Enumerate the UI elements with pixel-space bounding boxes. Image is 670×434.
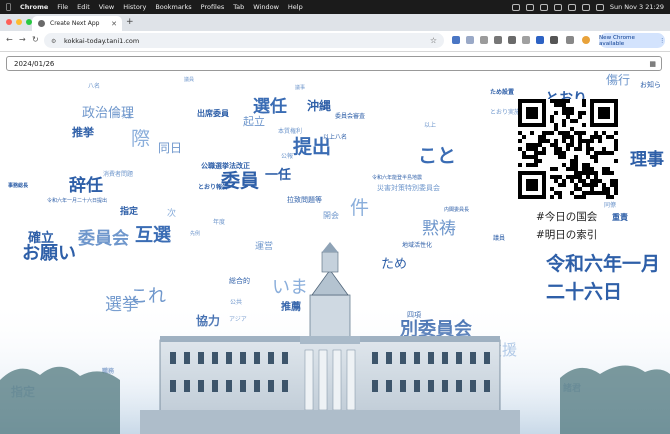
forward-icon[interactable]: →: [19, 35, 26, 44]
wordcloud-word: 同僚: [604, 202, 617, 209]
menu-tab[interactable]: Tab: [233, 3, 244, 11]
extension-icon[interactable]: [452, 36, 460, 44]
bookmark-star-icon[interactable]: ☆: [430, 36, 437, 45]
extension-icon[interactable]: [550, 36, 558, 44]
wordcloud-word: お知ら: [640, 81, 661, 89]
page-content: 2024/01/26 ▦ 選任沖縄とおり政治倫理出席委員起立委員会審査推挙際本質…: [0, 52, 670, 434]
wordcloud-word: 件: [350, 197, 370, 219]
profile-avatar[interactable]: [582, 36, 590, 44]
date-input[interactable]: 2024/01/26 ▦: [6, 56, 662, 71]
wordcloud-word: 理事: [630, 150, 664, 170]
wordcloud-word: 令和六年一月二十六日提出: [47, 198, 108, 204]
calendar-icon[interactable]: ▦: [649, 60, 656, 68]
site-info-icon[interactable]: ⚙: [51, 38, 59, 45]
wordcloud-word: 拉致問題等: [287, 196, 322, 204]
new-tab-button[interactable]: +: [126, 17, 134, 27]
address-bar[interactable]: ⚙ kokkai-today.tani1.com ☆: [44, 33, 444, 48]
wordcloud-word: 内閣委員長: [444, 207, 470, 213]
menu-chrome[interactable]: Chrome: [20, 3, 48, 11]
wordcloud-word: 文書: [122, 114, 133, 120]
wordcloud-word: 災害対策特別委員会: [377, 184, 440, 192]
status-icon[interactable]: [525, 3, 534, 11]
wordcloud-word: 先例: [190, 231, 201, 237]
hashtag-tomorrow: #明日の索引: [536, 229, 598, 241]
menu-bar:  Chrome File Edit View History Bookmark…: [0, 0, 670, 14]
menu-history[interactable]: History: [123, 3, 146, 11]
status-area: Sun Nov 3 21:29: [511, 0, 664, 14]
wordcloud-word: 黙祷: [422, 219, 456, 239]
reload-icon[interactable]: ↻: [32, 35, 39, 44]
menu-bookmarks[interactable]: Bookmarks: [155, 3, 191, 11]
wordcloud-word: 以上: [424, 122, 437, 129]
tab-title: Create Next App: [50, 20, 100, 27]
extension-icon[interactable]: [494, 36, 502, 44]
date-value: 2024/01/26: [14, 59, 55, 68]
wordcloud-word: 際: [131, 128, 151, 150]
menu-edit[interactable]: Edit: [77, 3, 90, 11]
favicon-icon: [38, 20, 45, 27]
extension-icon[interactable]: [480, 36, 488, 44]
wordcloud-word: 指定: [120, 207, 139, 217]
wordcloud-word: 重責: [612, 213, 628, 222]
wordcloud-word: 一任: [265, 168, 292, 183]
wordcloud-word: 提出: [293, 136, 332, 158]
back-icon[interactable]: ←: [6, 35, 13, 44]
wordcloud-word: 本質権利: [278, 128, 303, 135]
wordcloud-word: 推挙: [72, 126, 94, 139]
close-window-button[interactable]: [6, 19, 12, 25]
wordcloud-word: 次: [167, 209, 177, 219]
wordcloud-word: とおり報告: [198, 184, 229, 191]
wordcloud-word: 八名: [88, 83, 101, 90]
window-controls: [6, 19, 32, 25]
new-chrome-label: New Chrome available: [599, 34, 635, 47]
menu-window[interactable]: Window: [253, 3, 279, 11]
status-icon[interactable]: [511, 3, 520, 11]
diet-building-illustration: [0, 242, 670, 434]
extensions-puzzle-icon[interactable]: [566, 36, 574, 44]
menu-view[interactable]: View: [99, 3, 114, 11]
wordcloud-word: 選任: [253, 97, 287, 117]
wordcloud-word: 出席委員: [197, 109, 229, 118]
qr-code: [518, 99, 618, 199]
extension-icon[interactable]: [508, 36, 516, 44]
menu-profiles[interactable]: Profiles: [201, 3, 225, 11]
apple-icon[interactable]: : [6, 3, 14, 11]
wordcloud-word: とおり実施: [490, 109, 521, 116]
wordcloud-word: ため設置: [490, 89, 515, 96]
extension-icon[interactable]: [522, 36, 530, 44]
status-icon[interactable]: [539, 3, 548, 11]
clock[interactable]: Sun Nov 3 21:29: [610, 3, 664, 11]
hashtag-today: #今日の国会: [536, 211, 598, 223]
search-icon[interactable]: [595, 3, 604, 11]
battery-icon[interactable]: [567, 3, 576, 11]
menu-help[interactable]: Help: [288, 3, 303, 11]
url-text: kokkai-today.tani1.com: [64, 36, 140, 45]
wordcloud-word: 同日: [158, 141, 183, 155]
close-icon[interactable]: ✕: [111, 20, 117, 28]
wordcloud-word: 消費者問題: [103, 171, 134, 178]
wordcloud-word: 委員会審査: [335, 113, 366, 120]
wordcloud-word: 議員: [184, 77, 195, 83]
wordcloud-word: 公報: [281, 153, 294, 160]
wordcloud-word: 開会: [323, 211, 339, 220]
wordcloud-word: 事務総長: [8, 183, 29, 189]
extension-icon[interactable]: [466, 36, 474, 44]
wordcloud-word: 起立: [243, 115, 265, 128]
tab-create-next-app[interactable]: Create Next App ✕: [32, 16, 122, 31]
wordcloud-word: 傷行: [606, 73, 631, 87]
extension-icon[interactable]: [536, 36, 544, 44]
wordcloud-word: こと: [418, 145, 457, 167]
wordcloud-word: 沖縄: [307, 99, 332, 113]
wordcloud-word: 令和六年能登半島地震: [372, 175, 423, 181]
wordcloud-word: 年度: [213, 219, 226, 226]
status-icon[interactable]: [553, 3, 562, 11]
wordcloud-word: 公職選挙法改正: [201, 162, 250, 170]
minimize-window-button[interactable]: [16, 19, 22, 25]
menu-file[interactable]: File: [57, 3, 68, 11]
wifi-icon[interactable]: [581, 3, 590, 11]
new-chrome-available-button[interactable]: New Chrome available ⋮: [599, 33, 665, 48]
wordcloud-word: 議事: [295, 85, 306, 91]
wordcloud-word: 辞任: [69, 176, 103, 196]
